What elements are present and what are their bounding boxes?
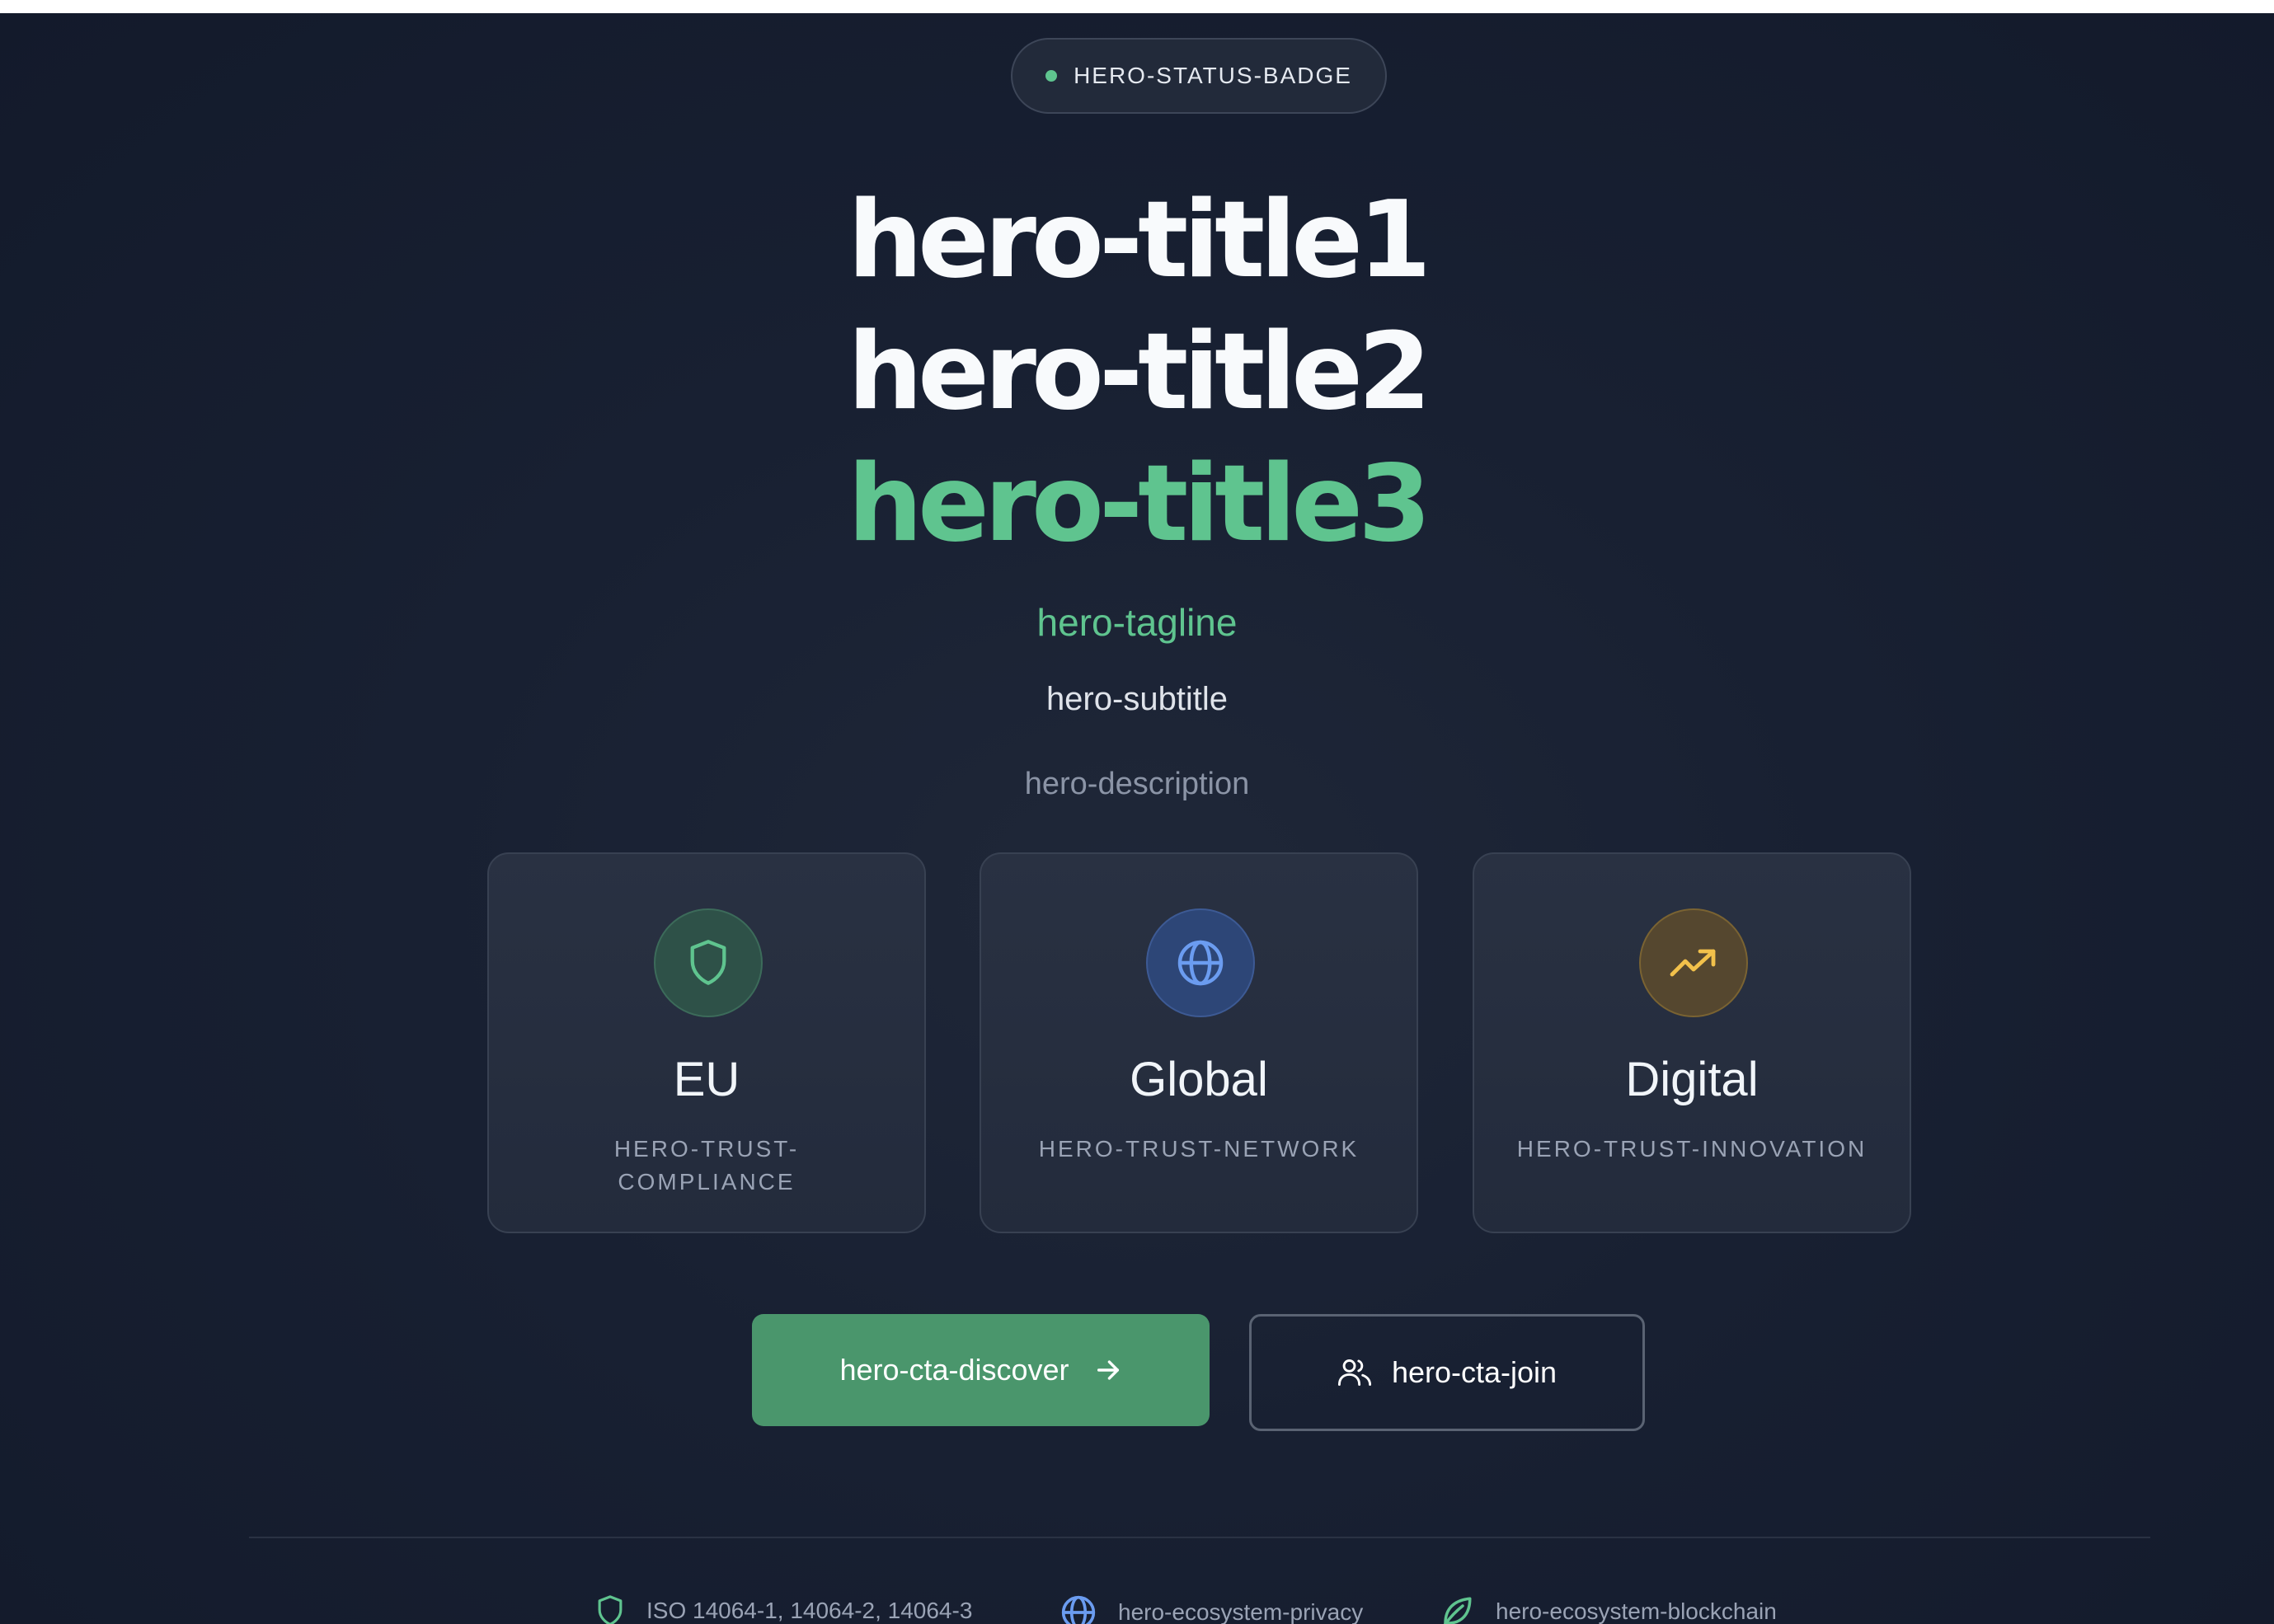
status-badge-label: HERO-STATUS-BADGE bbox=[1074, 63, 1352, 88]
ecosystem-item-label: hero-ecosystem-blockchain bbox=[1496, 1598, 1777, 1624]
trust-card-value: Digital bbox=[1625, 1053, 1759, 1106]
globe-icon bbox=[1060, 1594, 1097, 1624]
trust-card-innovation: Digital HERO-TRUST-INNOVATION bbox=[1473, 852, 1911, 1233]
hero-description: hero-description bbox=[1024, 767, 1250, 801]
discover-button[interactable]: hero-cta-discover bbox=[752, 1314, 1210, 1426]
users-icon bbox=[1337, 1356, 1372, 1389]
trust-card-network: Global HERO-TRUST-NETWORK bbox=[980, 852, 1418, 1233]
trust-card-label: HERO-TRUST-COMPLIANCE bbox=[613, 1136, 800, 1195]
trust-card-value: Global bbox=[1130, 1053, 1268, 1106]
trust-card-label: HERO-TRUST-INNOVATION bbox=[1516, 1136, 1868, 1162]
ecosystem-item-label: hero-ecosystem-privacy bbox=[1118, 1599, 1364, 1624]
shield-icon bbox=[654, 908, 763, 1017]
join-button-label: hero-cta-join bbox=[1391, 1355, 1558, 1389]
trust-card-value: EU bbox=[673, 1053, 740, 1106]
trending-up-icon bbox=[1639, 908, 1748, 1017]
shield-icon bbox=[595, 1594, 625, 1624]
section-divider bbox=[249, 1537, 2150, 1538]
hero-title-line3: hero-title3 bbox=[847, 443, 1431, 566]
ecosystem-item-blockchain: hero-ecosystem-blockchain bbox=[1440, 1594, 1777, 1624]
discover-button-label: hero-cta-discover bbox=[839, 1353, 1069, 1387]
trust-card-compliance: EU HERO-TRUST-COMPLIANCE bbox=[487, 852, 926, 1233]
ecosystem-item-label: ISO 14064-1, 14064-2, 14064-3 bbox=[646, 1598, 973, 1623]
hero-subtitle: hero-subtitle bbox=[1045, 681, 1229, 717]
join-button[interactable]: hero-cta-join bbox=[1249, 1314, 1645, 1431]
arrow-right-icon bbox=[1094, 1356, 1122, 1384]
ecosystem-item-privacy: hero-ecosystem-privacy bbox=[1060, 1594, 1363, 1624]
hero-title-line1: hero-title1 bbox=[847, 179, 1431, 302]
trust-card-label: HERO-TRUST-NETWORK bbox=[1038, 1136, 1360, 1162]
hero-section: HERO-STATUS-BADGE hero-title1 hero-title… bbox=[0, 13, 2274, 1624]
hero-title-line2: hero-title2 bbox=[847, 311, 1431, 434]
hero-status-badge: HERO-STATUS-BADGE bbox=[1011, 38, 1387, 114]
hero-tagline: hero-tagline bbox=[1036, 601, 1238, 644]
leaf-icon bbox=[1440, 1594, 1474, 1624]
status-dot-icon bbox=[1045, 70, 1058, 82]
globe-icon bbox=[1146, 908, 1255, 1017]
ecosystem-item-iso: ISO 14064-1, 14064-2, 14064-3 bbox=[595, 1594, 972, 1624]
